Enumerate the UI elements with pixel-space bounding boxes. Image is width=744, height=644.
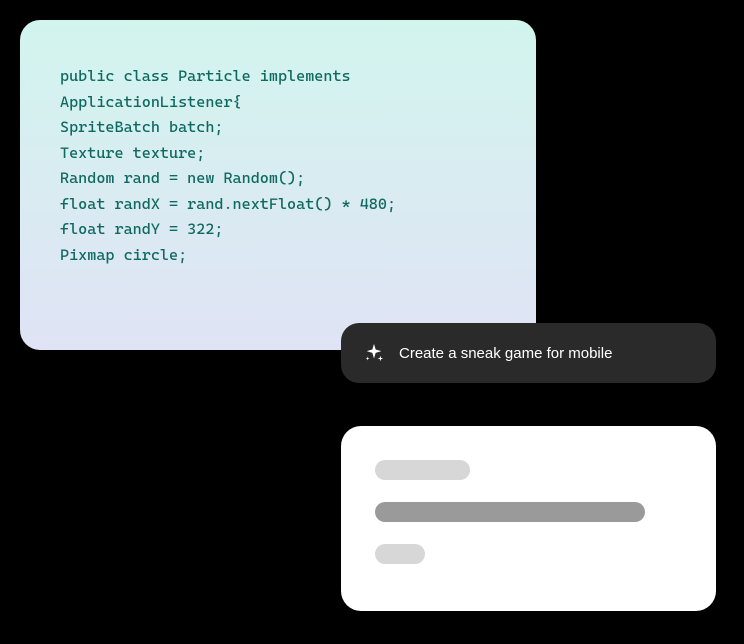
skeleton-line: [375, 544, 425, 564]
sparkle-icon: [363, 342, 385, 364]
code-snippet-card: public class Particle implements Applica…: [20, 20, 536, 350]
ai-prompt-pill[interactable]: Create a sneak game for mobile: [341, 323, 716, 383]
skeleton-line: [375, 460, 470, 480]
skeleton-loading-card: [341, 426, 716, 611]
code-block: public class Particle implements Applica…: [60, 64, 496, 269]
prompt-text: Create a sneak game for mobile: [399, 345, 612, 362]
skeleton-line: [375, 502, 645, 522]
